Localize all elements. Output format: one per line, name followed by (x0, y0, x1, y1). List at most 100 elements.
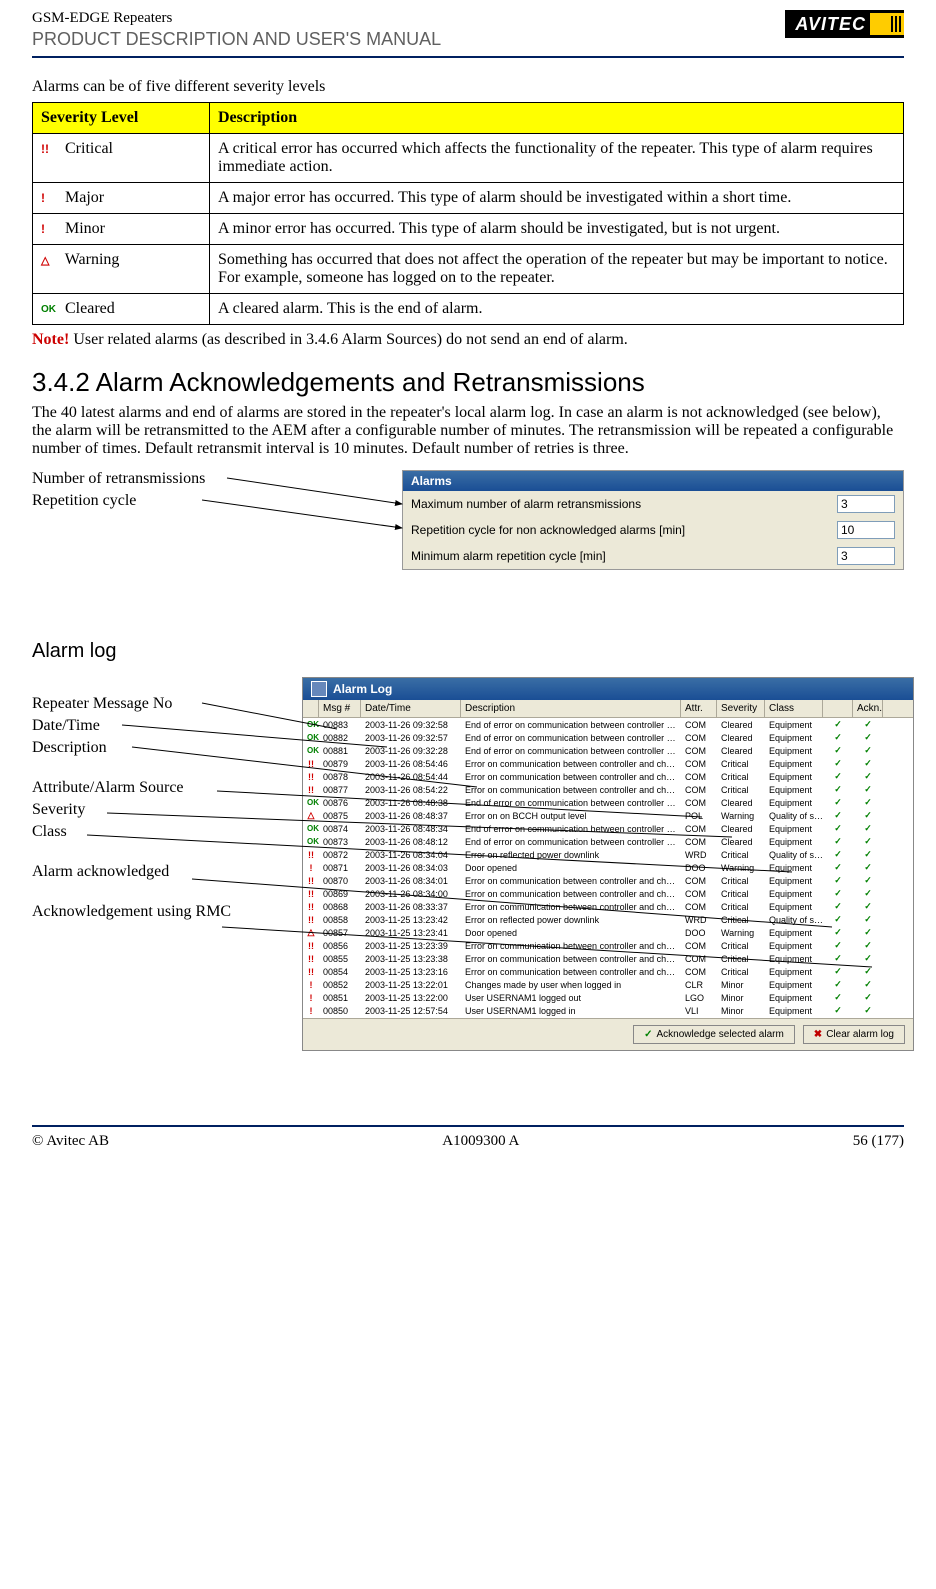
row-desc: Error on on BCCH output level (461, 811, 681, 821)
log-header-cell[interactable] (823, 700, 853, 717)
log-header-cell[interactable] (303, 700, 319, 717)
log-row[interactable]: !008502003-11-25 12:57:54User USERNAM1 l… (303, 1004, 913, 1017)
log-row[interactable]: OK008762003-11-26 08:48:38End of error o… (303, 796, 913, 809)
sev-level-cell: OK Cleared (33, 294, 210, 325)
log-callout-label: Severity (32, 801, 292, 819)
log-row[interactable]: !!008722003-11-26 08:34:04Error on refle… (303, 848, 913, 861)
log-header-cell[interactable]: Severity (717, 700, 765, 717)
log-row[interactable]: △008752003-11-26 08:48:37Error on on BCC… (303, 809, 913, 822)
row-ackrmc-icon: ✓ (853, 979, 883, 990)
row-ack-icon: ✓ (823, 914, 853, 925)
log-row[interactable]: OK008742003-11-26 08:48:34End of error o… (303, 822, 913, 835)
log-row[interactable]: OK008732003-11-26 08:48:12End of error o… (303, 835, 913, 848)
row-class: Equipment (765, 785, 823, 795)
log-header-cell[interactable]: Ackn. (853, 700, 883, 717)
log-row[interactable]: OK008812003-11-26 09:32:28End of error o… (303, 744, 913, 757)
log-row[interactable]: !!008782003-11-26 08:54:44Error on commu… (303, 770, 913, 783)
log-row[interactable]: !!008692003-11-26 08:34:00Error on commu… (303, 887, 913, 900)
row-severity: Critical (717, 902, 765, 912)
ack-selected-button[interactable]: ✓Acknowledge selected alarm (633, 1025, 795, 1044)
log-row[interactable]: OK008822003-11-26 09:32:57End of error o… (303, 731, 913, 744)
cfg-row: Repetition cycle for non acknowledged al… (403, 517, 903, 543)
row-ackrmc-icon: ✓ (853, 823, 883, 834)
severity-icon: OK (41, 304, 61, 315)
log-row[interactable]: OK008832003-11-26 09:32:58End of error o… (303, 718, 913, 731)
row-severity: Critical (717, 954, 765, 964)
row-ack-icon: ✓ (823, 862, 853, 873)
log-row[interactable]: !008522003-11-25 13:22:01Changes made by… (303, 978, 913, 991)
row-attr: COM (681, 824, 717, 834)
row-severity-icon: ! (303, 980, 319, 990)
alarm-log-block: Repeater Message NoDate/TimeDescriptionA… (32, 677, 904, 1097)
row-datetime: 2003-11-26 08:48:38 (361, 798, 461, 808)
row-severity-icon: !! (303, 850, 319, 860)
sev-desc-cell: Something has occurred that does not aff… (210, 245, 904, 294)
row-msgno: 00858 (319, 915, 361, 925)
log-callout-label: Attribute/Alarm Source (32, 779, 292, 797)
log-row[interactable]: !!008792003-11-26 08:54:46Error on commu… (303, 757, 913, 770)
row-ack-icon: ✓ (823, 719, 853, 730)
row-msgno: 00874 (319, 824, 361, 834)
log-header-cell[interactable]: Msg # (319, 700, 361, 717)
log-row[interactable]: !008512003-11-25 13:22:00User USERNAM1 l… (303, 991, 913, 1004)
row-ack-icon: ✓ (823, 823, 853, 834)
row-attr: COM (681, 967, 717, 977)
row-datetime: 2003-11-25 13:23:41 (361, 928, 461, 938)
row-severity-icon: !! (303, 759, 319, 769)
row-severity: Minor (717, 993, 765, 1003)
row-desc: End of error on communication between co… (461, 837, 681, 847)
log-row[interactable]: !!008582003-11-25 13:23:42Error on refle… (303, 913, 913, 926)
row-class: Equipment (765, 876, 823, 886)
cfg-row-input[interactable] (837, 547, 895, 565)
cfg-row-input[interactable] (837, 495, 895, 513)
severity-table: Severity Level Description !! CriticalA … (32, 102, 904, 325)
log-header-cell[interactable]: Date/Time (361, 700, 461, 717)
row-msgno: 00850 (319, 1006, 361, 1016)
row-severity-icon: !! (303, 889, 319, 899)
row-attr: COM (681, 902, 717, 912)
row-ackrmc-icon: ✓ (853, 849, 883, 860)
row-attr: COM (681, 785, 717, 795)
row-severity: Critical (717, 915, 765, 925)
log-row[interactable]: !!008552003-11-25 13:23:38Error on commu… (303, 952, 913, 965)
row-severity: Critical (717, 850, 765, 860)
row-class: Equipment (765, 837, 823, 847)
row-ackrmc-icon: ✓ (853, 732, 883, 743)
row-msgno: 00856 (319, 941, 361, 951)
row-ack-icon: ✓ (823, 810, 853, 821)
log-header-cell[interactable]: Class (765, 700, 823, 717)
row-ack-icon: ✓ (823, 797, 853, 808)
row-class: Equipment (765, 967, 823, 977)
clear-log-button[interactable]: ✖Clear alarm log (803, 1025, 905, 1044)
row-class: Equipment (765, 759, 823, 769)
row-ackrmc-icon: ✓ (853, 745, 883, 756)
log-row[interactable]: !!008542003-11-25 13:23:16Error on commu… (303, 965, 913, 978)
log-row[interactable]: !008712003-11-26 08:34:03Door openedDOOW… (303, 861, 913, 874)
row-desc: Error on communication between controlle… (461, 941, 681, 951)
row-class: Equipment (765, 733, 823, 743)
section-para: The 40 latest alarms and end of alarms a… (32, 404, 904, 458)
row-ackrmc-icon: ✓ (853, 927, 883, 938)
log-row[interactable]: !!008702003-11-26 08:34:01Error on commu… (303, 874, 913, 887)
log-row[interactable]: !!008562003-11-25 13:23:39Error on commu… (303, 939, 913, 952)
logo: AVITEC (785, 10, 904, 38)
row-severity: Minor (717, 980, 765, 990)
row-desc: Error on communication between controlle… (461, 772, 681, 782)
row-severity-icon: !! (303, 876, 319, 886)
sev-head-level: Severity Level (33, 103, 210, 134)
log-row[interactable]: △008572003-11-25 13:23:41Door openedDOOW… (303, 926, 913, 939)
log-row[interactable]: !!008682003-11-26 08:33:37Error on commu… (303, 900, 913, 913)
alarm-log-window: Alarm Log Msg #Date/TimeDescriptionAttr.… (302, 677, 914, 1051)
log-row[interactable]: !!008772003-11-26 08:54:22Error on commu… (303, 783, 913, 796)
row-ack-icon: ✓ (823, 836, 853, 847)
log-callout-label: Acknowledgement using RMC (32, 903, 292, 921)
row-ackrmc-icon: ✓ (853, 810, 883, 821)
row-severity: Warning (717, 863, 765, 873)
log-body[interactable]: OK008832003-11-26 09:32:58End of error o… (303, 718, 913, 1018)
log-header-cell[interactable]: Description (461, 700, 681, 717)
row-attr: COM (681, 720, 717, 730)
cfg-row-input[interactable] (837, 521, 895, 539)
log-header-cell[interactable]: Attr. (681, 700, 717, 717)
log-headers[interactable]: Msg #Date/TimeDescriptionAttr.SeverityCl… (303, 700, 913, 718)
row-ackrmc-icon: ✓ (853, 966, 883, 977)
